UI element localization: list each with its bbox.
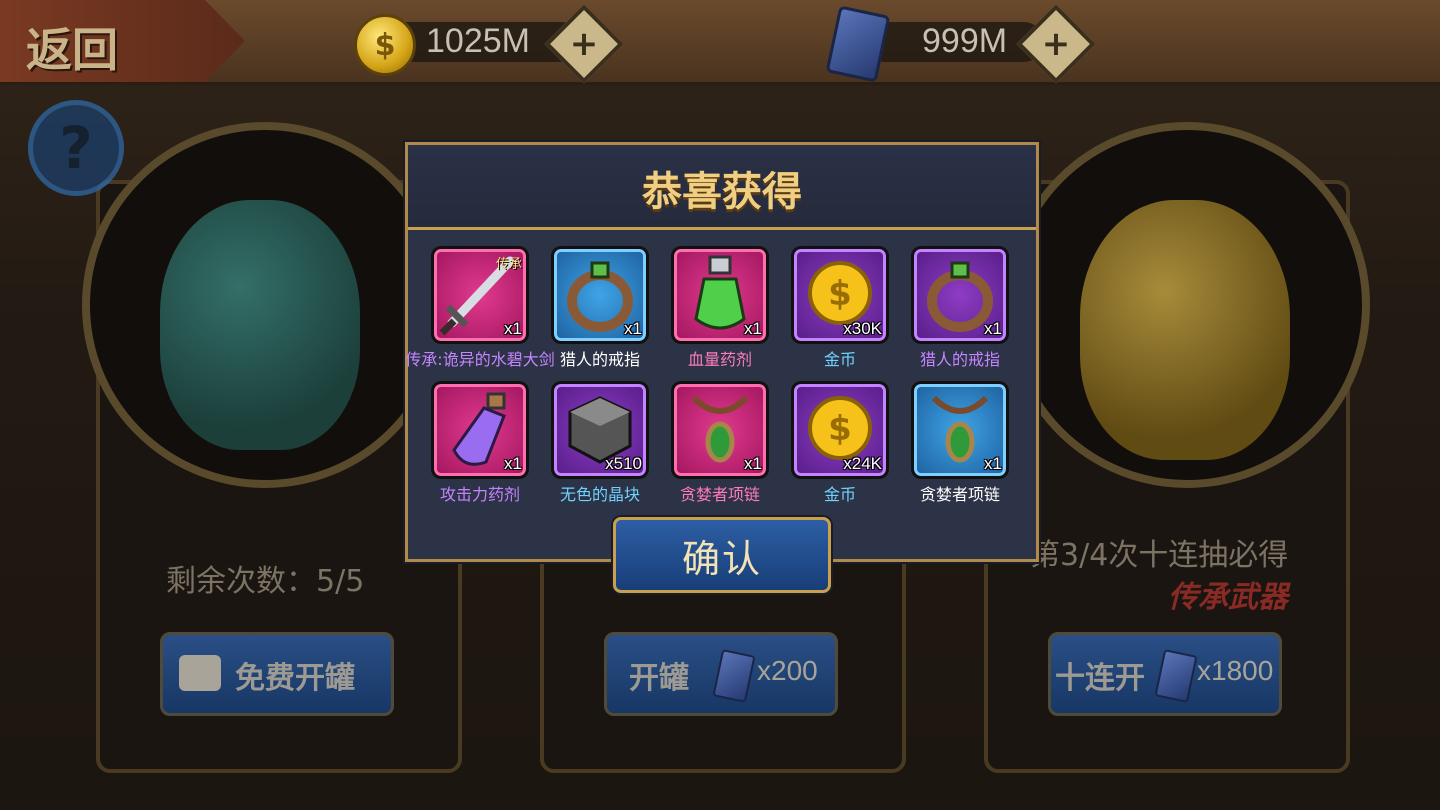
video-ad-icon xyxy=(179,655,221,691)
help-button[interactable]: ? xyxy=(28,100,124,196)
summon-card-icon xyxy=(712,648,756,704)
card-resource: 999M + xyxy=(824,4,1096,84)
legacy-tag: 传承 xyxy=(495,257,522,272)
free-open-label: 免费开罐 xyxy=(235,661,355,696)
add-gold-button[interactable]: + xyxy=(544,4,624,84)
confirm-label: 确认 xyxy=(681,536,762,581)
reward-quantity: x1 xyxy=(504,319,522,338)
reward-name: 猎人的戒指 xyxy=(919,350,1000,369)
reward-dialog: 恭喜获得 传承 x1 传承:诡异的水碧大剑 x1 猎人的戒指 x1 血量药剂 $ x30K 金币 x… xyxy=(405,142,1039,562)
dialog-title: 恭喜获得 xyxy=(642,169,802,215)
gold-coin-icon: $ xyxy=(354,14,416,76)
reward-quantity: x24K xyxy=(843,454,882,473)
question-icon: ? xyxy=(59,114,93,182)
reward-item[interactable]: x510 xyxy=(551,381,649,479)
reward-quantity: x1 xyxy=(744,319,762,338)
ten-open-label: 十连开 xyxy=(1055,661,1145,696)
svg-text:$: $ xyxy=(828,274,852,314)
reward-item[interactable]: x1 xyxy=(671,246,769,344)
top-bar: 返回 $ 1025M + 999M + xyxy=(0,0,1440,85)
reward-item[interactable]: x1 xyxy=(671,381,769,479)
open-jar-label: 开罐 xyxy=(629,661,689,696)
reward-quantity: x510 xyxy=(605,454,642,473)
free-open-button[interactable]: 免费开罐 xyxy=(160,632,394,716)
add-card-button[interactable]: + xyxy=(1016,4,1096,84)
gold-value: 1025M xyxy=(426,22,530,60)
back-label: 返回 xyxy=(26,23,118,77)
ten-open-button[interactable]: 十连开 x1800 xyxy=(1048,632,1282,716)
confirm-button[interactable]: 确认 xyxy=(613,517,831,593)
open-jar-button[interactable]: 开罐 x200 xyxy=(604,632,838,716)
plus-icon: + xyxy=(569,24,599,64)
remaining-count: 剩余次数：5/5 xyxy=(166,564,365,599)
card-value: 999M xyxy=(922,22,1008,60)
gold-resource: $ 1025M + xyxy=(352,4,624,84)
ten-open-cost: x1800 xyxy=(1197,655,1274,686)
reward-item[interactable]: x1 xyxy=(431,381,529,479)
reward-quantity: x1 xyxy=(624,319,642,338)
teal-jar-icon[interactable] xyxy=(160,200,360,450)
guarantee-hint: 第3/4次十连抽必得 xyxy=(1030,538,1289,573)
dialog-header: 恭喜获得 xyxy=(408,145,1036,230)
reward-quantity: x1 xyxy=(984,454,1002,473)
reward-item[interactable]: x1 xyxy=(911,246,1009,344)
reward-item[interactable]: x1 xyxy=(911,381,1009,479)
reward-item[interactable]: $ x24K xyxy=(791,381,889,479)
reward-quantity: x1 xyxy=(984,319,1002,338)
reward-name: 贪婪者项链 xyxy=(919,485,1000,504)
reward-quantity: x30K xyxy=(843,319,882,338)
legendary-weapon-label: 传承武器 xyxy=(1168,580,1288,615)
summon-card-icon xyxy=(1154,648,1198,704)
reward-quantity: x1 xyxy=(504,454,522,473)
reward-item[interactable]: $ x30K xyxy=(791,246,889,344)
plus-icon: + xyxy=(1041,24,1071,64)
reward-item[interactable]: 传承 x1 xyxy=(431,246,529,344)
open-jar-cost: x200 xyxy=(757,655,818,686)
gold-jar-icon[interactable] xyxy=(1080,200,1290,460)
summon-card-icon xyxy=(825,5,891,83)
reward-quantity: x1 xyxy=(744,454,762,473)
svg-text:$: $ xyxy=(828,409,852,449)
reward-item[interactable]: x1 xyxy=(551,246,649,344)
back-button[interactable]: 返回 xyxy=(0,0,245,82)
